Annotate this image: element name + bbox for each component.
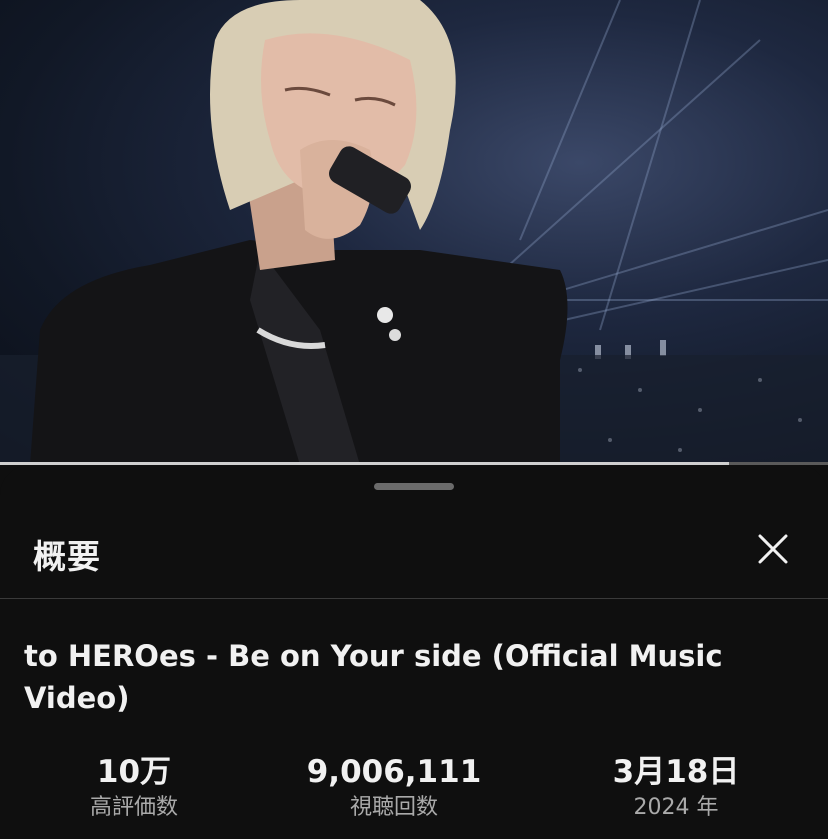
likes-count: 10万 xyxy=(96,754,172,790)
video-title: to HEROes - Be on Your side (Official Mu… xyxy=(24,639,723,715)
upload-year: 2024 年 xyxy=(633,795,719,820)
video-player[interactable] xyxy=(0,0,828,465)
close-button[interactable] xyxy=(748,524,798,574)
date-stat: 3月18日 2024 年 xyxy=(556,752,796,824)
description-sheet: 概要 to HEROes - Be on Your side (Official… xyxy=(0,465,828,839)
sheet-title: 概要 xyxy=(33,537,101,576)
drag-handle[interactable] xyxy=(374,483,454,490)
screen: 概要 to HEROes - Be on Your side (Official… xyxy=(0,0,828,839)
likes-stat: 10万 高評価数 xyxy=(14,752,254,824)
upload-date: 3月18日 xyxy=(612,754,740,790)
views-stat: 9,006,111 視聴回数 xyxy=(274,752,514,824)
sheet-header: 概要 xyxy=(0,510,828,599)
video-stats: 10万 高評価数 9,006,111 視聴回数 3月18日 2024 年 xyxy=(0,752,828,832)
close-icon xyxy=(758,534,788,564)
video-frame xyxy=(0,0,828,465)
views-label: 視聴回数 xyxy=(349,795,438,820)
likes-label: 高評価数 xyxy=(89,795,178,820)
views-count: 9,006,111 xyxy=(306,754,482,790)
